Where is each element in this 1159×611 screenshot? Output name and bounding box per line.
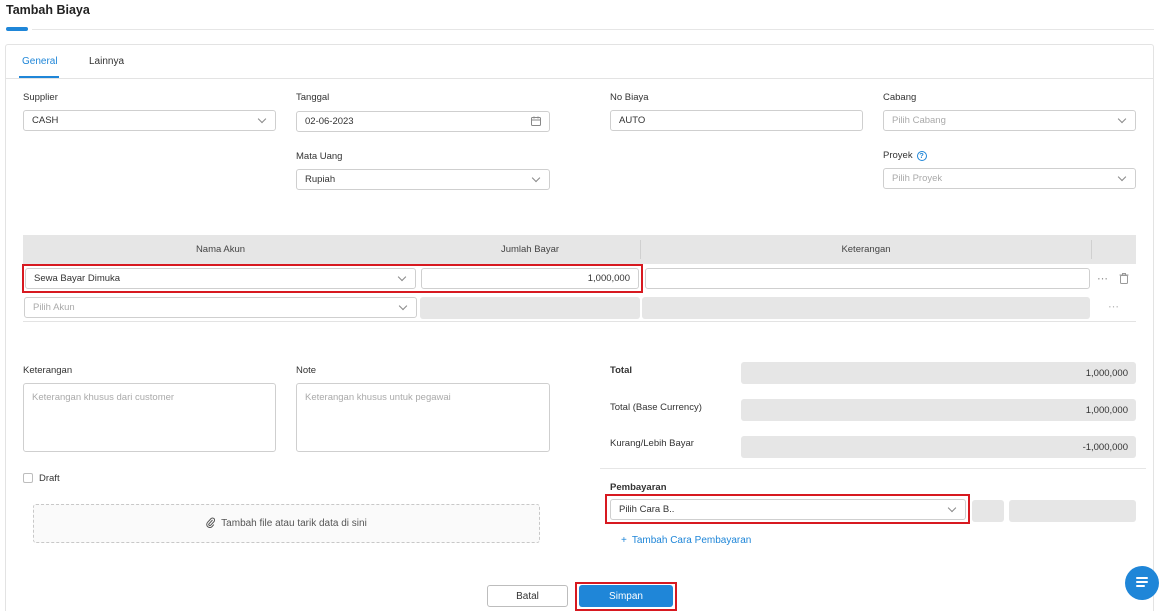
- highlight-box-payment: [605, 494, 970, 524]
- keterangan-textarea[interactable]: Keterangan khusus dari customer: [23, 383, 276, 452]
- add-payment-method-label: Tambah Cara Pembayaran: [631, 535, 752, 546]
- no-biaya-label: No Biaya: [610, 92, 649, 103]
- cabang-placeholder: Pilih Cabang: [892, 115, 946, 126]
- kurang-lebih-label: Kurang/Lebih Bayar: [610, 438, 694, 449]
- mata-uang-label: Mata Uang: [296, 151, 343, 162]
- more-options-icon[interactable]: ⋯: [1097, 272, 1108, 285]
- cabang-label: Cabang: [883, 92, 917, 103]
- payment-amount-disabled: [972, 500, 1004, 522]
- total-value: 1,000,000: [741, 362, 1136, 384]
- kurang-lebih-value: -1,000,000: [741, 436, 1136, 458]
- draft-label: Draft: [39, 473, 60, 484]
- row-keterangan-input[interactable]: [645, 268, 1090, 289]
- trash-icon[interactable]: [1119, 273, 1129, 287]
- chevron-down-icon: [1117, 172, 1127, 183]
- cancel-button[interactable]: Batal: [487, 585, 568, 607]
- mata-uang-select[interactable]: Rupiah: [296, 169, 550, 190]
- new-row-jumlah-disabled: [420, 297, 640, 319]
- total-base-label: Total (Base Currency): [610, 402, 702, 413]
- page-title: Tambah Biaya: [6, 3, 90, 17]
- help-icon[interactable]: ?: [916, 150, 927, 161]
- active-tab-indicator: [19, 76, 59, 78]
- title-underline: [6, 27, 28, 31]
- chevron-down-icon: [257, 114, 267, 125]
- new-row-akun-select[interactable]: Pilih Akun: [24, 297, 417, 318]
- chevron-down-icon: [531, 173, 541, 184]
- supplier-label: Supplier: [23, 92, 58, 103]
- proyek-placeholder: Pilih Proyek: [892, 173, 943, 184]
- tabs-divider: [6, 78, 1153, 79]
- tanggal-label: Tanggal: [296, 92, 330, 103]
- mata-uang-value: Rupiah: [305, 174, 336, 185]
- chevron-down-icon: [1117, 114, 1127, 125]
- new-row-keterangan-disabled: [642, 297, 1090, 319]
- tab-lainnya[interactable]: Lainnya: [89, 56, 124, 67]
- paperclip-icon: [206, 517, 216, 531]
- attachment-label: Tambah file atau tarik data di sini: [221, 518, 367, 529]
- proyek-label: Proyek: [883, 150, 913, 161]
- proyek-select[interactable]: Pilih Proyek: [883, 168, 1136, 189]
- attachment-dropzone[interactable]: Tambah file atau tarik data di sini: [33, 504, 540, 543]
- more-options-icon[interactable]: ⋯: [1108, 300, 1119, 313]
- column-header-jumlah-bayar: Jumlah Bayar: [500, 244, 560, 255]
- total-base-value: 1,000,000: [741, 399, 1136, 421]
- payment-reference-disabled: [1009, 500, 1136, 522]
- tanggal-input[interactable]: 02-06-2023: [296, 111, 550, 132]
- supplier-value: CASH: [32, 115, 59, 126]
- total-label: Total: [610, 365, 632, 376]
- pembayaran-label: Pembayaran: [610, 482, 667, 493]
- chevron-down-icon: [398, 301, 408, 312]
- highlight-box-save: [575, 582, 677, 611]
- note-placeholder: Keterangan khusus untuk pegawai: [305, 392, 451, 403]
- add-payment-method-link[interactable]: + Tambah Cara Pembayaran: [621, 535, 751, 546]
- no-biaya-input[interactable]: AUTO: [610, 110, 863, 131]
- tanggal-value: 02-06-2023: [305, 116, 354, 127]
- new-row-akun-placeholder: Pilih Akun: [33, 302, 75, 313]
- calendar-icon[interactable]: [531, 116, 541, 126]
- table-bottom-divider: [23, 321, 1136, 322]
- title-divider: [32, 29, 1154, 30]
- no-biaya-value: AUTO: [619, 115, 646, 126]
- summary-divider: [600, 468, 1146, 469]
- plus-icon: +: [621, 535, 627, 546]
- draft-checkbox[interactable]: [23, 473, 33, 483]
- note-label: Note: [296, 365, 317, 376]
- column-divider: [1091, 240, 1092, 259]
- highlight-box-row: [22, 264, 643, 293]
- column-header-nama-akun: Nama Akun: [195, 244, 246, 255]
- keterangan-label: Keterangan: [23, 365, 73, 376]
- chat-button[interactable]: [1125, 566, 1159, 600]
- tab-general[interactable]: General: [22, 56, 58, 67]
- keterangan-placeholder: Keterangan khusus dari customer: [32, 392, 175, 403]
- column-header-keterangan: Keterangan: [841, 244, 891, 255]
- cabang-select[interactable]: Pilih Cabang: [883, 110, 1136, 131]
- note-textarea[interactable]: Keterangan khusus untuk pegawai: [296, 383, 550, 452]
- chat-icon: [1135, 576, 1149, 591]
- supplier-select[interactable]: CASH: [23, 110, 276, 131]
- proyek-label-group: Proyek ?: [883, 150, 927, 161]
